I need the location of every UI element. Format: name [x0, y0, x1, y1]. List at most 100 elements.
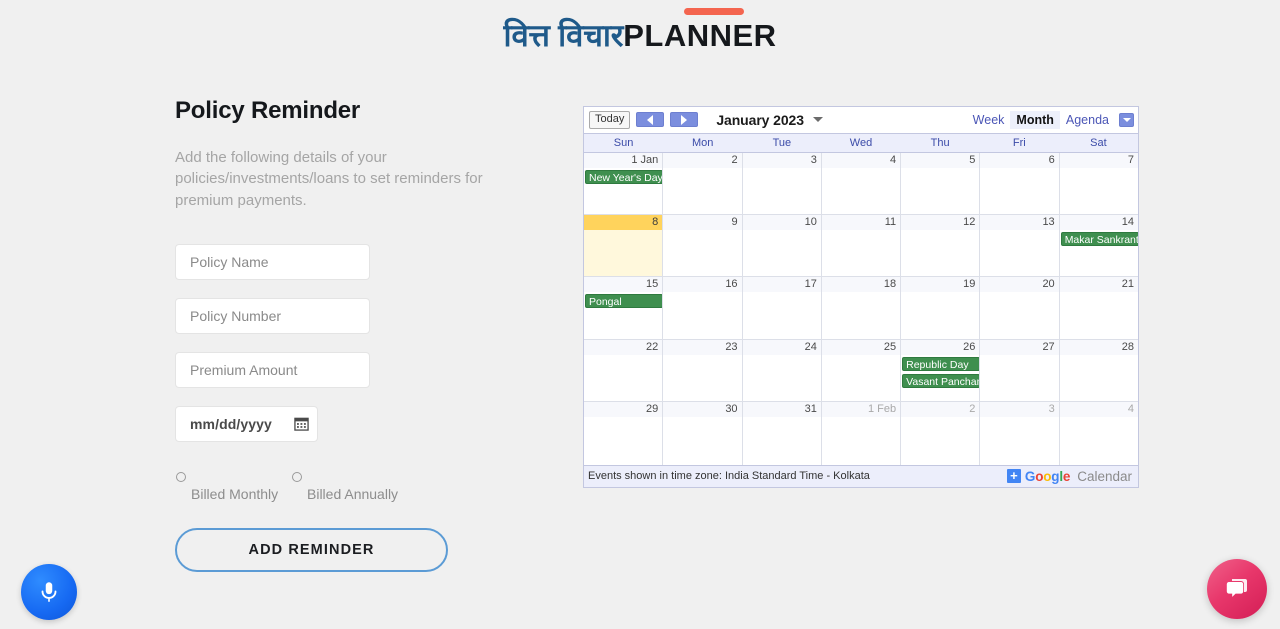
logo[interactable]: वित्त विचारPLANNER [503, 18, 776, 54]
calendar-day-cell[interactable]: 3 [742, 152, 822, 215]
weekday-sat: Sat [1090, 136, 1107, 149]
calendar-day-cell[interactable]: 1 Jan New Year's Day [584, 152, 664, 215]
calendar-day-number: 13 [980, 215, 1059, 231]
calendar-day-cell[interactable]: 6 [980, 152, 1060, 215]
calendar-day-cell[interactable]: 20 [980, 277, 1060, 339]
calendar-day-body [980, 292, 1058, 338]
chevron-right-icon [681, 114, 688, 125]
calendar-day-body [743, 168, 821, 214]
calendar-day-body [1060, 292, 1138, 338]
calendar-event-chip[interactable]: New Year's Day [585, 169, 663, 184]
calendar-day-body [822, 292, 900, 338]
add-reminder-button[interactable]: ADD REMINDER [175, 527, 448, 572]
view-options-button[interactable] [1119, 112, 1134, 127]
calendar-event-chip[interactable]: Makar Sankranti [1060, 232, 1138, 247]
date-placeholder-text: mm/dd/yyyy [190, 415, 272, 432]
calendar-day-cell[interactable]: 16 [663, 277, 743, 339]
site-header: वित्त विचारPLANNER [0, 0, 1280, 54]
calendar-day-cell[interactable]: 4 [1059, 402, 1138, 465]
calendar-day-cell[interactable]: 3 [980, 402, 1060, 465]
chevron-down-icon[interactable] [812, 117, 823, 123]
calendar-day-cell[interactable]: 13 [980, 215, 1060, 277]
google-wordmark: Google [1024, 468, 1071, 484]
calendar-day-body [901, 168, 979, 214]
calendar-day-cell[interactable]: 9 [663, 215, 743, 277]
premium-date-input[interactable]: mm/dd/yyyy [175, 405, 318, 442]
calendar-day-cell[interactable]: 14 Makar Sankranti [1059, 215, 1138, 277]
calendar-week-row: 22 23 24 25 26 Republic Day Vasant Panchami 27 2… [584, 339, 1138, 403]
calendar-day-body [822, 355, 900, 401]
calendar-day-cell[interactable]: 12 [901, 215, 981, 277]
microphone-icon [41, 582, 57, 602]
calendar-day-cell[interactable]: 2 [663, 152, 743, 215]
calendar-day-cell[interactable]: 11 [821, 215, 902, 277]
calendar-event-chip[interactable]: Pongal [585, 294, 663, 309]
app-root: वित्त विचारPLANNER Policy Reminder Add t… [0, 0, 1280, 629]
billing-frequency-group: Billed Monthly Billed Annually [175, 468, 555, 510]
calendar-day-cell[interactable]: 31 [742, 402, 822, 465]
calendar-day-cell[interactable]: 19 [901, 277, 981, 339]
calendar-day-number: 23 [663, 339, 742, 355]
policy-reminder-form: Policy Reminder Add the following detail… [175, 97, 555, 572]
next-month-button[interactable] [670, 112, 699, 128]
calendar-week-row: 29 30 31 1 Feb 2 3 4 [584, 402, 1138, 465]
calendar-day-body [901, 292, 979, 338]
policy-number-input[interactable] [175, 297, 370, 334]
voice-assistant-button[interactable] [21, 564, 77, 620]
tab-week[interactable]: Week [967, 111, 1011, 129]
tab-agenda[interactable]: Agenda [1060, 111, 1115, 129]
premium-amount-input[interactable] [175, 351, 370, 388]
calendar-day-cell[interactable]: 1 Feb [821, 402, 902, 465]
form-description: Add the following details of your polici… [175, 148, 483, 210]
today-button[interactable]: Today [589, 110, 631, 129]
calendar-day-number: 11 [821, 215, 901, 231]
calendar-day-cell[interactable]: 22 [584, 339, 664, 402]
calendar-day-cell[interactable]: 7 [1059, 152, 1138, 215]
calendar-day-body [584, 230, 663, 277]
calendar-day-number: 19 [901, 277, 980, 293]
calendar-day-cell[interactable]: 17 [742, 277, 822, 339]
google-calendar-brand[interactable]: + Google Calendar [1006, 468, 1132, 484]
calendar-day-cell[interactable]: 15 Pongal [584, 277, 664, 339]
radio-billed-monthly[interactable] [176, 471, 186, 482]
calendar-day-cell[interactable]: 18 [821, 277, 902, 339]
tab-month[interactable]: Month [1010, 110, 1060, 129]
calendar-icon[interactable] [294, 416, 309, 432]
calendar-day-number: 26 [901, 339, 980, 355]
prev-month-button[interactable] [636, 112, 665, 128]
calendar-day-cell[interactable]: 5 [901, 152, 981, 215]
calendar-day-number: 31 [742, 402, 821, 418]
calendar-day-cell[interactable]: 23 [663, 339, 743, 402]
calendar-day-cell[interactable]: 29 [584, 402, 664, 465]
calendar-day-body [743, 230, 821, 276]
calendar-wordmark: Calendar [1077, 468, 1132, 484]
chat-bubble-icon [1226, 579, 1247, 597]
calendar-day-number: 18 [821, 277, 901, 293]
weekday-sun: Sun [613, 136, 634, 149]
calendar-day-cell[interactable]: 24 [742, 339, 822, 402]
calendar-day-number: 14 [1059, 215, 1138, 231]
calendar-day-cell[interactable]: 10 [742, 215, 822, 277]
chat-widget-button[interactable] [1207, 559, 1267, 619]
calendar-day-cell[interactable]: 30 [663, 402, 743, 465]
calendar-event-chip[interactable]: Republic Day [902, 356, 980, 371]
calendar-day-cell[interactable]: 4 [821, 152, 902, 215]
calendar-day-number: 17 [742, 277, 821, 293]
calendar-day-number: 4 [1059, 402, 1138, 418]
calendar-month-grid: 1 Jan New Year's Day 2 3 4 5 6 7 8 9 10 11 12 13 14 Mak… [584, 152, 1138, 465]
calendar-day-cell[interactable]: 28 [1059, 339, 1138, 402]
calendar-footer: Events shown in time zone: India Standar… [584, 464, 1138, 487]
calendar-event-chip[interactable]: Vasant Panchami [902, 373, 980, 388]
calendar-day-body [743, 355, 821, 401]
calendar-day-cell[interactable]: 2 [901, 402, 981, 465]
calendar-toolbar: Today January 2023 Week Month Agenda [584, 106, 1138, 133]
calendar-day-number: 1 Feb [821, 402, 901, 418]
calendar-day-cell[interactable]: 25 [821, 339, 902, 402]
weekday-header-row: Sun Mon Tue Wed Thu Fri Sat [584, 132, 1138, 153]
calendar-day-cell[interactable]: 8 [584, 215, 664, 277]
radio-billed-annually[interactable] [292, 471, 302, 482]
calendar-day-cell[interactable]: 21 [1059, 277, 1138, 339]
calendar-day-cell[interactable]: 27 [980, 339, 1060, 402]
calendar-day-cell[interactable]: 26 Republic Day Vasant Panchami [901, 339, 981, 402]
policy-name-input[interactable] [175, 243, 370, 280]
